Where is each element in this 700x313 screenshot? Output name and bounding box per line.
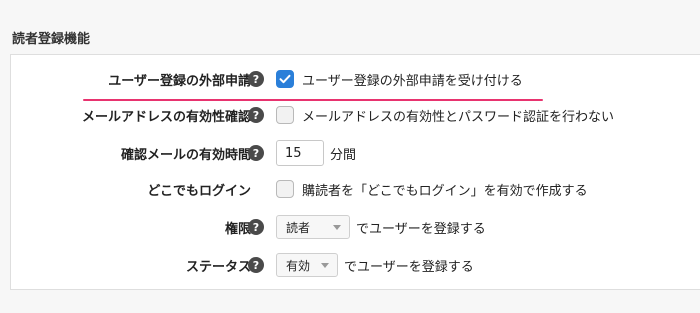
role-control: 読者 でユーザーを登録する bbox=[276, 211, 486, 243]
status-select-value: 有効 bbox=[286, 258, 311, 273]
email-validity-checkbox[interactable] bbox=[276, 106, 294, 124]
dokodemo-login-checkbox[interactable] bbox=[276, 180, 294, 198]
confirmation-expiry-control: 15 分間 bbox=[276, 137, 356, 169]
help-icon[interactable]: ? bbox=[248, 107, 264, 123]
role-select-value: 読者 bbox=[286, 220, 311, 235]
expiry-unit: 分間 bbox=[330, 147, 357, 163]
confirmation-expiry-label: 確認メールの有効時間 bbox=[120, 147, 251, 163]
help-icon[interactable]: ? bbox=[248, 145, 264, 161]
dokodemo-login-label: どこでもログイン bbox=[147, 183, 251, 199]
status-suffix: でユーザーを登録する bbox=[344, 259, 474, 275]
row-confirmation-expiry: 確認メールの有効時間 ? 15 分間 bbox=[11, 137, 700, 169]
chevron-down-icon bbox=[321, 263, 329, 268]
row-external-application: ユーザー登録の外部申請 ? ユーザー登録の外部申請を受け付ける bbox=[11, 63, 700, 101]
external-application-checkbox-label[interactable]: ユーザー登録の外部申請を受け付ける bbox=[302, 70, 523, 89]
external-application-checkbox[interactable] bbox=[276, 70, 294, 88]
row-email-validity: メールアドレスの有効性確認 ? メールアドレスの有効性とパスワード認証を行わない bbox=[11, 99, 700, 131]
dokodemo-login-checkbox-label[interactable]: 購読者を「どこでもログイン」を有効で作成する bbox=[302, 180, 588, 199]
email-validity-checkbox-label[interactable]: メールアドレスの有効性とパスワード認証を行わない bbox=[302, 106, 614, 125]
row-role: 権限 ? 読者 でユーザーを登録する bbox=[11, 211, 700, 243]
help-icon[interactable]: ? bbox=[248, 257, 264, 273]
settings-panel: ユーザー登録の外部申請 ? ユーザー登録の外部申請を受け付ける メールアドレスの… bbox=[10, 54, 700, 290]
help-icon[interactable]: ? bbox=[248, 71, 264, 87]
email-validity-label: メールアドレスの有効性確認 bbox=[81, 109, 251, 125]
email-validity-control[interactable]: メールアドレスの有効性とパスワード認証を行わない bbox=[276, 99, 614, 131]
role-select[interactable]: 読者 bbox=[276, 215, 350, 239]
external-application-label: ユーザー登録の外部申請 bbox=[108, 73, 251, 89]
chevron-down-icon bbox=[333, 225, 341, 230]
external-application-control[interactable]: ユーザー登録の外部申請を受け付ける bbox=[276, 63, 523, 95]
status-control: 有効 でユーザーを登録する bbox=[276, 249, 474, 281]
status-select[interactable]: 有効 bbox=[276, 253, 338, 277]
help-icon[interactable]: ? bbox=[248, 219, 264, 235]
checkmark-icon bbox=[279, 74, 291, 84]
expiry-minutes-input[interactable]: 15 bbox=[276, 140, 324, 166]
dokodemo-login-control[interactable]: 購読者を「どこでもログイン」を有効で作成する bbox=[276, 173, 588, 205]
status-label: ステータス bbox=[185, 259, 251, 275]
section-title: 読者登録機能 bbox=[12, 32, 91, 47]
row-dokodemo-login: どこでもログイン 購読者を「どこでもログイン」を有効で作成する bbox=[11, 173, 700, 205]
row-status: ステータス ? 有効 でユーザーを登録する bbox=[11, 249, 700, 281]
role-suffix: でユーザーを登録する bbox=[356, 221, 486, 237]
